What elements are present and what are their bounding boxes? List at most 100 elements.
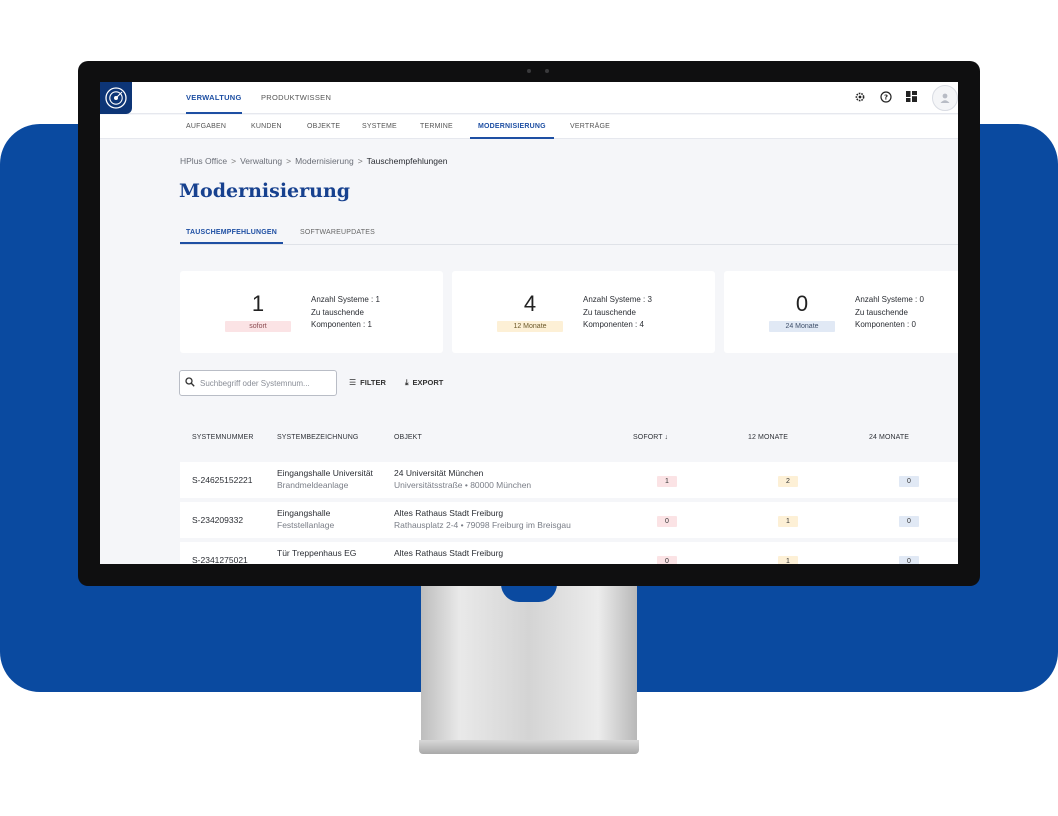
badge-24-monate: 0 [899, 476, 919, 487]
card-line: Zu tauschende [583, 307, 636, 317]
objekt-address: Universitätsstraße • 80000 München [394, 480, 532, 490]
objekt-name: 24 Universität München [394, 468, 484, 478]
tabs-divider [180, 244, 958, 245]
column-header-systemnummer[interactable]: SYSTEMNUMMER [192, 434, 253, 441]
export-button[interactable]: ⤓ EXPORT [405, 377, 443, 389]
systembezeichnung-title: Eingangshalle Universität [277, 468, 373, 478]
breadcrumb-separator: > [357, 156, 363, 166]
search-box [179, 370, 337, 396]
breadcrumb-separator: > [231, 156, 237, 166]
breadcrumb-verwaltung[interactable]: Verwaltung [240, 156, 282, 166]
card-line: Anzahl Systeme : 3 [583, 295, 652, 304]
cell-objekt: 24 Universität München Universitätsstraß… [394, 468, 531, 490]
page-title: Modernisierung [179, 180, 351, 202]
card-line: Anzahl Systeme : 1 [311, 295, 380, 304]
cell-systemnummer: S-2341275021 [192, 555, 248, 564]
cell-systembezeichnung: Eingangshalle Universität Brandmeldeanla… [277, 468, 373, 490]
subnav-aufgaben[interactable]: AUFGABEN [186, 115, 226, 139]
subnav-systeme[interactable]: SYSTEME [362, 115, 397, 139]
card-badge-12-monate: 12 Monate [497, 321, 563, 332]
export-label: EXPORT [412, 378, 444, 387]
cell-systemnummer: S-24625152221 [192, 475, 253, 485]
svg-text:?: ? [884, 94, 888, 102]
app-logo-icon[interactable] [100, 82, 132, 114]
breadcrumb-separator: > [286, 156, 292, 166]
subnav-objekte[interactable]: OBJEKTE [307, 115, 340, 139]
subnav-kunden[interactable]: KUNDEN [251, 115, 282, 139]
objekt-name: Altes Rathaus Stadt Freiburg [394, 508, 504, 518]
table-row[interactable]: S-234209332 Eingangshalle Feststellanlag… [180, 502, 958, 538]
breadcrumb: HPlus Office > Verwaltung > Modernisierung > T… [180, 156, 447, 166]
table-row[interactable]: S-24625152221 Eingangshalle Universität … [180, 462, 958, 498]
cell-systemnummer: S-234209332 [192, 515, 244, 525]
subnav-modernisierung[interactable]: MODERNISIERUNG [470, 115, 554, 139]
product-showcase: VERWALTUNG PRODUKTWISSEN ? AUFGABEN KUND… [0, 0, 1058, 816]
camera-dot [527, 69, 531, 73]
filter-button[interactable]: ☰ FILTER [349, 377, 386, 389]
breadcrumb-current: Tauschempfehlungen [366, 156, 448, 166]
card-badge-sofort: sofort [225, 321, 291, 332]
top-header: VERWALTUNG PRODUKTWISSEN ? [100, 82, 958, 114]
card-line: Zu tauschende [311, 307, 364, 317]
card-line: Komponenten : 1 [311, 320, 372, 329]
systembezeichnung-title: Tür Treppenhaus EG [277, 548, 357, 558]
card-badge-24-monate: 24 Monate [769, 321, 835, 332]
cell-systembezeichnung: Tür Treppenhaus EG [277, 548, 356, 558]
summary-card-12-monate[interactable]: 4 12 Monate Anzahl Systeme : 3 Zu tausch… [452, 271, 715, 353]
user-avatar-icon[interactable] [932, 85, 958, 111]
breadcrumb-modernisierung[interactable]: Modernisierung [295, 156, 354, 166]
systembezeichnung-type: Brandmeldeanlage [277, 480, 349, 490]
breadcrumb-hplus-office[interactable]: HPlus Office [180, 156, 227, 166]
badge-24-monate: 0 [899, 516, 919, 527]
subnav-termine[interactable]: TERMINE [420, 115, 453, 139]
objekt-name: Altes Rathaus Stadt Freiburg [394, 548, 504, 558]
filter-label: FILTER [360, 378, 386, 387]
card-line: Zu tauschende [855, 307, 908, 317]
summary-card-sofort[interactable]: 1 sofort Anzahl Systeme : 1 Zu tauschend… [180, 271, 443, 353]
card-description: Anzahl Systeme : 1 Zu tauschende Kompone… [311, 294, 380, 332]
filter-icon: ☰ [349, 378, 357, 387]
column-header-12-monate[interactable]: 12 MONATE [748, 434, 788, 441]
card-description: Anzahl Systeme : 0 Zu tauschende Kompone… [855, 294, 924, 332]
card-count: 4 [523, 291, 537, 316]
cell-systembezeichnung: Eingangshalle Feststellanlage [277, 508, 334, 530]
download-icon: ⤓ [405, 378, 409, 387]
column-header-24-monate[interactable]: 24 MONATE [869, 434, 909, 441]
grid-icon[interactable] [904, 91, 918, 105]
help-icon[interactable]: ? [879, 91, 893, 105]
table-row[interactable]: S-2341275021 Tür Treppenhaus EG Altes Ra… [180, 542, 958, 564]
tab-tauschempfehlungen[interactable]: TAUSCHEMPFEHLUNGEN [180, 222, 283, 244]
badge-12-monate: 1 [778, 556, 798, 564]
top-tab-produktwissen[interactable]: PRODUKTWISSEN [261, 82, 331, 114]
column-header-sofort[interactable]: SOFORT ↓ [633, 434, 668, 441]
objekt-address: Rathausplatz 2-4 • 79098 Freiburg im Bre… [394, 520, 571, 530]
card-line: Anzahl Systeme : 0 [855, 295, 924, 304]
systembezeichnung-type: Feststellanlage [277, 520, 335, 530]
monitor-stand [421, 584, 637, 744]
column-header-objekt[interactable]: OBJEKT [394, 434, 422, 441]
column-header-systembezeichnung[interactable]: SYSTEMBEZEICHNUNG [277, 434, 358, 441]
badge-12-monate: 1 [778, 516, 798, 527]
badge-sofort: 0 [657, 516, 677, 527]
summary-card-24-monate[interactable]: 0 24 Monate Anzahl Systeme : 0 Zu tausch… [724, 271, 958, 353]
cell-objekt: Altes Rathaus Stadt Freiburg Rathausplat… [394, 508, 571, 530]
stand-base [419, 740, 639, 754]
card-description: Anzahl Systeme : 3 Zu tauschende Kompone… [583, 294, 652, 332]
card-line: Komponenten : 0 [855, 320, 916, 329]
badge-sofort: 1 [657, 476, 677, 487]
camera-dot [545, 69, 549, 73]
subnav-vertraege[interactable]: VERTRÄGE [570, 115, 610, 139]
search-icon [185, 377, 195, 390]
gear-icon[interactable] [853, 91, 867, 105]
badge-sofort: 0 [657, 556, 677, 564]
badge-12-monate: 2 [778, 476, 798, 487]
top-tab-verwaltung[interactable]: VERWALTUNG [186, 82, 242, 114]
badge-24-monate: 0 [899, 556, 919, 564]
systembezeichnung-title: Eingangshalle [277, 508, 331, 518]
sub-navigation: AUFGABEN KUNDEN OBJEKTE SYSTEME TERMINE … [100, 115, 958, 139]
cell-objekt: Altes Rathaus Stadt Freiburg [394, 548, 503, 558]
tab-softwareupdates[interactable]: SOFTWAREUPDATES [300, 222, 375, 244]
card-count: 1 [251, 291, 265, 316]
search-input[interactable] [200, 376, 332, 391]
app-screen: VERWALTUNG PRODUKTWISSEN ? AUFGABEN KUND… [100, 82, 958, 564]
